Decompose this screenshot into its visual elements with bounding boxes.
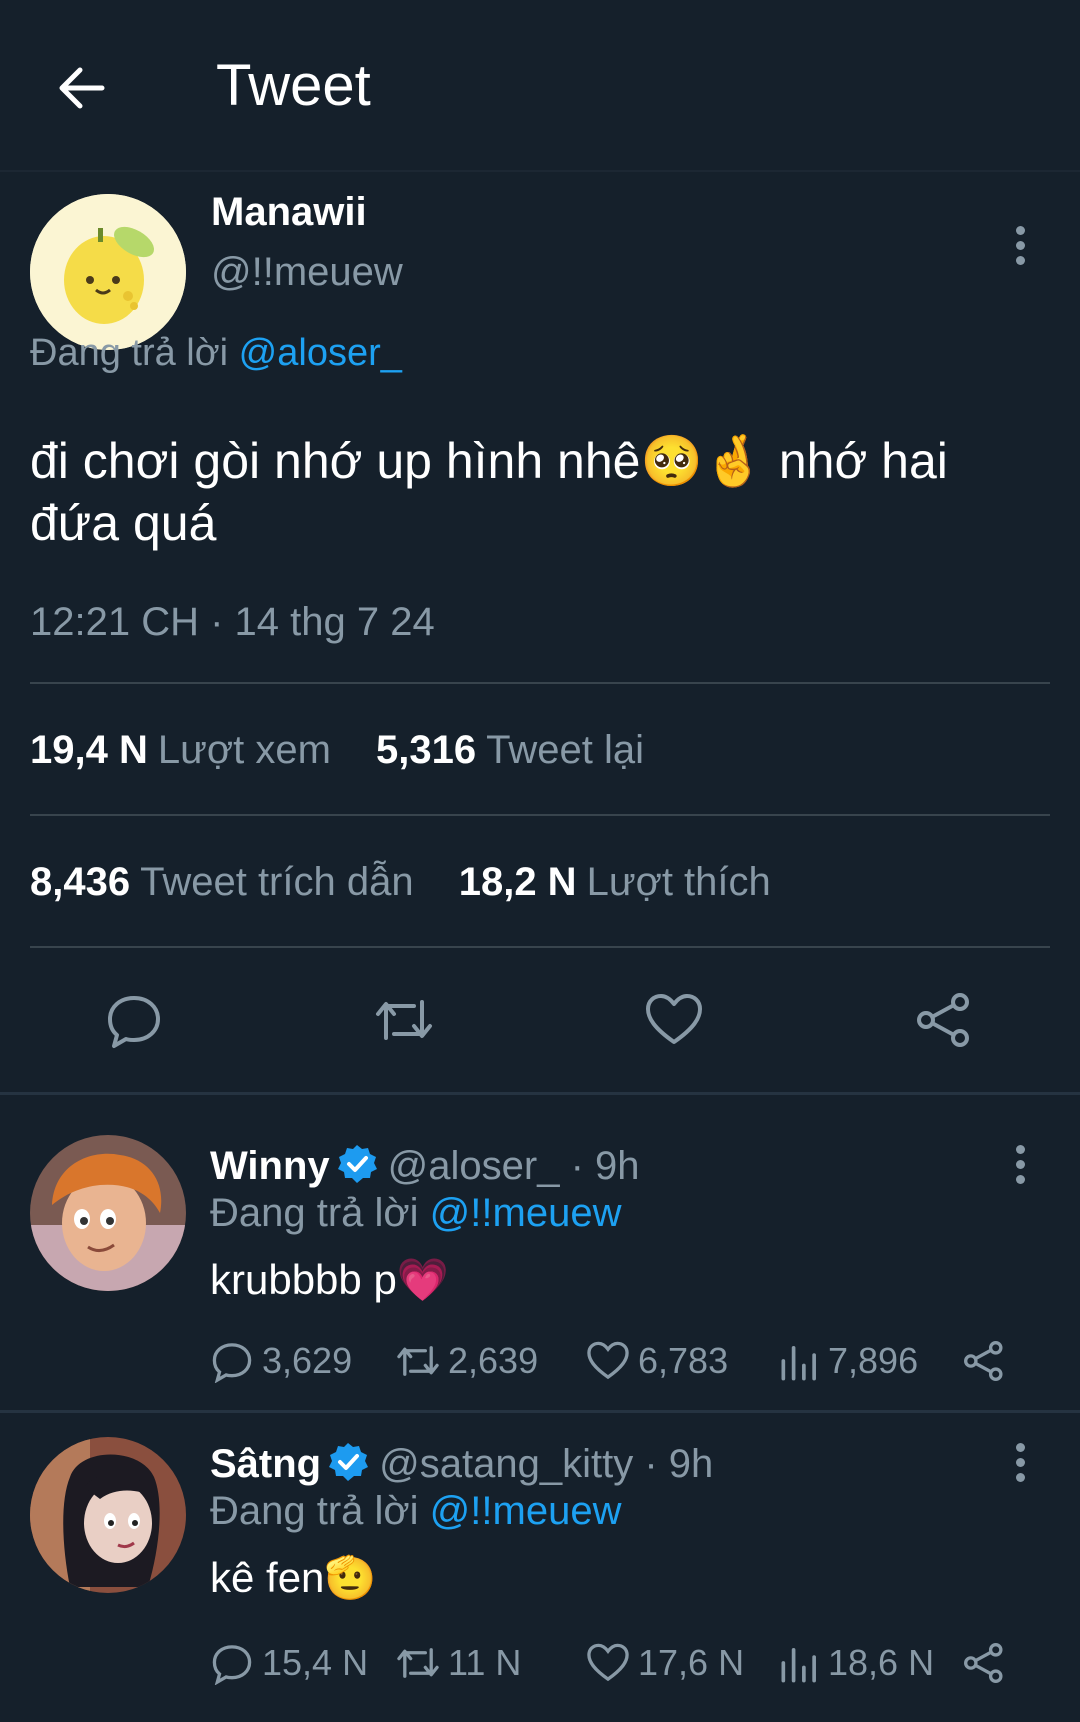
reply-text-content: kê fen [210,1554,325,1601]
reply-count-button[interactable]: 15,4 N [210,1641,368,1685]
avatar[interactable] [30,1135,186,1291]
views-count: 18,6 N [828,1642,935,1683]
likes-label[interactable]: Lượt thích [587,860,771,904]
reply-icon [212,1645,252,1685]
reply-tweet[interactable]: Winny @aloser_ · 9h Đang trả lời @!!meuew… [0,1095,1080,1410]
reply-icon [212,1343,252,1383]
views-label[interactable]: Lượt xem [158,728,331,772]
tweet-text-part2: nhớ hai [764,433,948,489]
retweet-icon [397,1346,439,1376]
like-icon [587,1341,629,1380]
retweets-count: 5,316 [376,728,477,772]
tweet-timestamp: 12:21 CH · 14 thg 7 24 [30,600,435,644]
share-icon[interactable] [914,990,974,1050]
reply-prefix: Đang trả lời [210,1489,419,1533]
share-icon [964,1643,1003,1683]
replying-to: Đang trả lời @!!meuew [210,1191,621,1236]
reply-text-content: krubbbb p [210,1256,397,1303]
likes-count: 18,2 N [458,860,577,904]
divider [30,946,1050,948]
retweet-count-button[interactable]: 11 N [396,1641,521,1685]
tweet-text-part1: đi chơi gòi nhớ up hình nhê [30,433,641,489]
views-count: 19,4 N [30,728,148,772]
reply-text: kê fen🫡 [210,1553,377,1603]
more-vertical-icon[interactable] [1000,1437,1040,1497]
retweet-count-button[interactable]: 2,639 [396,1339,538,1383]
divider [30,814,1050,816]
reply-count: 3,629 [262,1340,353,1381]
reply-time: · 9h [570,1144,640,1188]
reply-emoji: 🫡 [324,1553,377,1602]
views-count-button[interactable]: 18,6 N [776,1641,934,1685]
like-count: 6,783 [638,1340,729,1381]
avatar[interactable] [30,194,186,350]
reply-icon[interactable] [104,990,164,1050]
reply-time: · 9h [644,1442,714,1486]
reply-to-link[interactable]: @!!meuew [430,1489,622,1533]
reply-author-name[interactable]: Sâtng [210,1442,321,1486]
avatar[interactable] [30,1437,186,1593]
reply-to-link[interactable]: @!!meuew [430,1191,622,1235]
stats-row-2: 8,436 Tweet trích dẫn 18,2 N Lượt thích [30,860,805,905]
like-icon[interactable] [644,990,704,1050]
views-icon [781,1647,816,1683]
reply-actions: 3,629 2,639 6,783 7,896 [210,1339,1030,1389]
like-count-button[interactable]: 17,6 N [586,1641,744,1685]
reply-to-link[interactable]: @aloser_ [239,332,402,374]
like-icon [587,1643,629,1682]
reply-header: Winny @aloser_ · 9h [210,1143,640,1189]
quotes-count: 8,436 [30,860,131,904]
share-button[interactable] [962,1641,1014,1685]
reply-count: 15,4 N [262,1642,369,1683]
reply-header: Sâtng @satang_kitty · 9h [210,1441,713,1487]
reply-prefix: Đang trả lời [210,1191,419,1235]
stats-row-1: 19,4 N Lượt xem 5,316 Tweet lại [30,728,678,773]
page-title: Tweet [216,53,371,118]
retweet-count: 2,639 [448,1340,539,1381]
reply-emoji: 💗 [396,1255,450,1304]
top-bar: Tweet [0,0,1080,172]
tweet-emoji: 🥺🤞 [640,432,765,490]
divider [30,682,1050,684]
reply-tweet[interactable]: Sâtng @satang_kitty · 9h Đang trả lời @!!… [0,1413,1080,1722]
retweets-label[interactable]: Tweet lại [486,728,644,772]
views-count-button[interactable]: 7,896 [776,1339,918,1383]
reply-actions: 15,4 N 11 N 17,6 N 18,6 N [210,1641,1030,1691]
reply-author-name[interactable]: Winny [210,1144,330,1188]
author-name[interactable]: Manawii [211,190,367,235]
retweet-count: 11 N [448,1642,522,1683]
replying-to: Đang trả lời @!!meuew [210,1489,621,1534]
like-count-button[interactable]: 6,783 [586,1339,728,1383]
tweet-text: đi chơi gòi nhớ up hình nhê🥺🤞 nhớ hai đứ… [30,430,1030,554]
views-count: 7,896 [828,1340,919,1381]
retweet-icon[interactable] [374,990,434,1050]
more-vertical-icon[interactable] [1000,220,1040,280]
quotes-label[interactable]: Tweet trích dẫn [140,860,413,904]
reply-count-button[interactable]: 3,629 [210,1339,352,1383]
tweet-text-line2: đứa quá [30,495,217,551]
share-button[interactable] [962,1339,1014,1383]
views-icon [781,1345,816,1381]
replying-to: Đang trả lời @aloser_ [30,332,402,375]
like-count: 17,6 N [638,1642,745,1683]
verified-icon [327,1441,369,1483]
back-arrow-icon[interactable] [52,58,112,118]
reply-author-handle[interactable]: @aloser_ [388,1144,560,1188]
author-handle[interactable]: @!!meuew [211,250,403,295]
reply-author-handle[interactable]: @satang_kitty [379,1442,633,1486]
more-vertical-icon[interactable] [1000,1139,1040,1199]
reply-text: krubbbb p💗 [210,1255,449,1305]
reply-prefix: Đang trả lời [30,332,229,374]
share-icon [964,1341,1003,1381]
retweet-icon [397,1648,439,1678]
verified-icon [336,1143,378,1185]
